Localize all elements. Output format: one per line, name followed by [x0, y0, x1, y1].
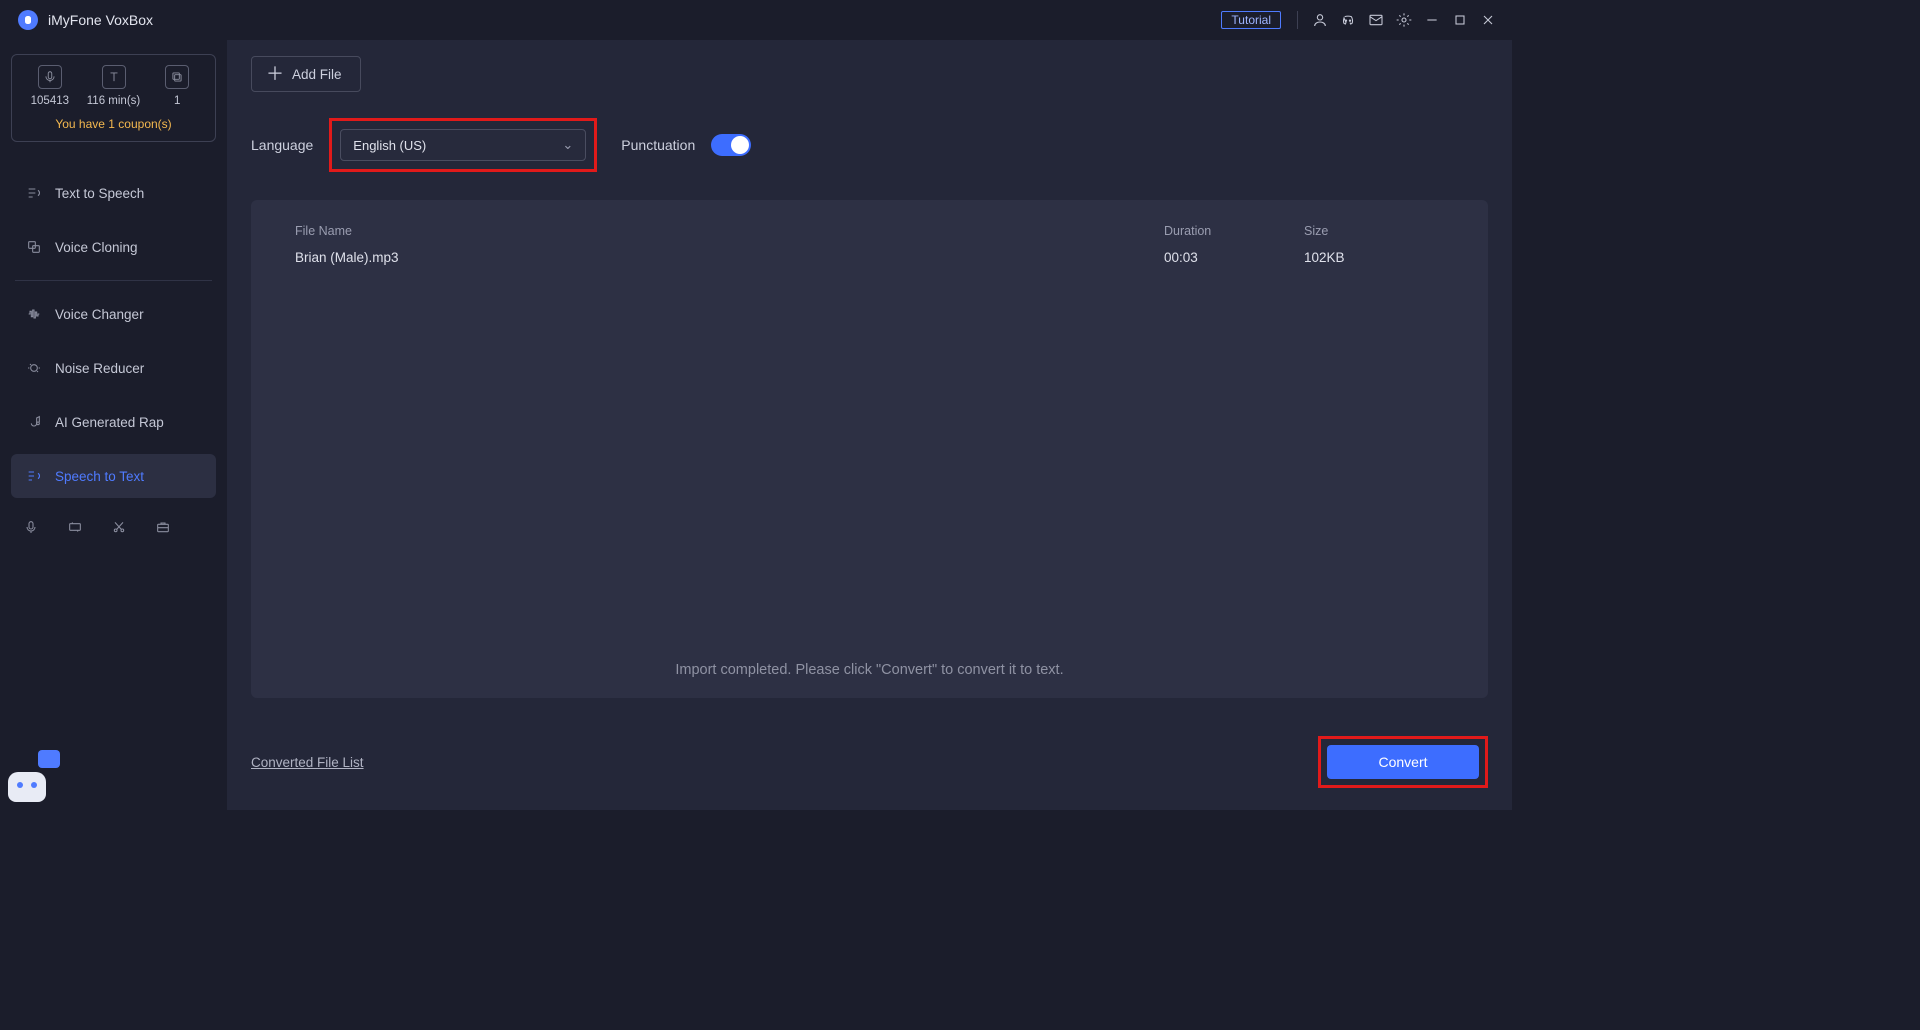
table-row[interactable]: Brian (Male).mp3 00:03 102KB — [275, 244, 1464, 271]
mail-icon[interactable] — [1363, 7, 1389, 33]
chevron-down-icon: ⌄ — [562, 137, 573, 153]
usage-stats-card: 105413 116 min(s) 1 You have 1 coupon(s) — [11, 54, 216, 142]
language-value: English (US) — [353, 138, 426, 153]
sidebar-item-text-to-speech[interactable]: Text to Speech — [11, 171, 216, 215]
stat-clones[interactable]: 1 — [145, 65, 209, 107]
sidebar-item-ai-generated-rap[interactable]: AI Generated Rap — [11, 400, 216, 444]
tts-icon — [25, 184, 43, 202]
sidebar-item-noise-reducer[interactable]: Noise Reducer — [11, 346, 216, 390]
record-icon[interactable] — [21, 517, 41, 537]
tutorial-button[interactable]: Tutorial — [1221, 11, 1281, 29]
sidebar-item-label: Text to Speech — [55, 186, 144, 201]
toolbox-icon[interactable] — [153, 517, 173, 537]
app-logo-icon — [18, 10, 38, 30]
convert-button[interactable]: Convert — [1327, 745, 1479, 779]
converted-file-list-link[interactable]: Converted File List — [251, 755, 364, 770]
copies-icon — [165, 65, 189, 89]
sidebar-item-voice-changer[interactable]: Voice Changer — [11, 292, 216, 336]
mic-icon — [38, 65, 62, 89]
convert-icon[interactable] — [65, 517, 85, 537]
file-list-panel: File Name Duration Size Brian (Male).mp3… — [251, 200, 1488, 698]
titlebar: iMyFone VoxBox Tutorial — [0, 0, 1512, 40]
add-file-button[interactable]: ＋ Add File — [251, 56, 361, 92]
stat-minutes-value: 116 min(s) — [87, 95, 140, 107]
cut-icon[interactable] — [109, 517, 129, 537]
sidebar-item-label: AI Generated Rap — [55, 415, 164, 430]
close-icon[interactable] — [1475, 7, 1501, 33]
plus-icon: ＋ — [266, 65, 284, 83]
punctuation-toggle[interactable] — [711, 134, 751, 156]
cell-file-name: Brian (Male).mp3 — [295, 250, 1164, 265]
discord-icon[interactable] — [1335, 7, 1361, 33]
col-file-name: File Name — [295, 224, 1164, 238]
stat-characters-value: 105413 — [31, 95, 69, 107]
titlebar-divider — [1297, 11, 1298, 29]
clone-icon — [25, 238, 43, 256]
add-file-label: Add File — [292, 67, 342, 82]
col-duration: Duration — [1164, 224, 1304, 238]
nav-separator — [15, 280, 212, 281]
voice-changer-icon — [25, 305, 43, 323]
language-label: Language — [251, 137, 313, 153]
maximize-icon[interactable] — [1447, 7, 1473, 33]
file-table-header: File Name Duration Size — [275, 218, 1464, 244]
sidebar-item-label: Noise Reducer — [55, 361, 144, 376]
sidebar-item-label: Speech to Text — [55, 469, 144, 484]
assistant-bot-icon[interactable] — [6, 752, 58, 804]
cell-duration: 00:03 — [1164, 250, 1304, 265]
tool-row — [11, 503, 216, 537]
stt-icon — [25, 467, 43, 485]
noise-reducer-icon — [25, 359, 43, 377]
col-size: Size — [1304, 224, 1444, 238]
convert-highlight-box: Convert — [1318, 736, 1488, 788]
nav: Text to Speech Voice Cloning Voice Chang… — [11, 166, 216, 503]
punctuation-label: Punctuation — [621, 137, 695, 153]
app-title: iMyFone VoxBox — [48, 12, 153, 28]
text-icon — [102, 65, 126, 89]
stat-minutes[interactable]: 116 min(s) — [82, 65, 146, 107]
sidebar-item-label: Voice Cloning — [55, 240, 138, 255]
coupon-banner[interactable]: You have 1 coupon(s) — [18, 117, 209, 131]
stat-clones-value: 1 — [174, 95, 180, 107]
sidebar: 105413 116 min(s) 1 You have 1 coupon(s)… — [0, 40, 227, 810]
rap-icon — [25, 413, 43, 431]
language-select[interactable]: English (US) ⌄ — [340, 129, 586, 161]
import-status-message: Import completed. Please click "Convert"… — [251, 662, 1488, 678]
language-highlight-box: English (US) ⌄ — [329, 118, 597, 172]
sidebar-item-speech-to-text[interactable]: Speech to Text — [11, 454, 216, 498]
footer: Converted File List Convert — [251, 734, 1488, 790]
main-panel: ＋ Add File Language English (US) ⌄ Punct… — [227, 40, 1512, 810]
settings-icon[interactable] — [1391, 7, 1417, 33]
stat-characters[interactable]: 105413 — [18, 65, 82, 107]
minimize-icon[interactable] — [1419, 7, 1445, 33]
sidebar-item-voice-cloning[interactable]: Voice Cloning — [11, 225, 216, 269]
account-icon[interactable] — [1307, 7, 1333, 33]
sidebar-item-label: Voice Changer — [55, 307, 144, 322]
cell-size: 102KB — [1304, 250, 1444, 265]
